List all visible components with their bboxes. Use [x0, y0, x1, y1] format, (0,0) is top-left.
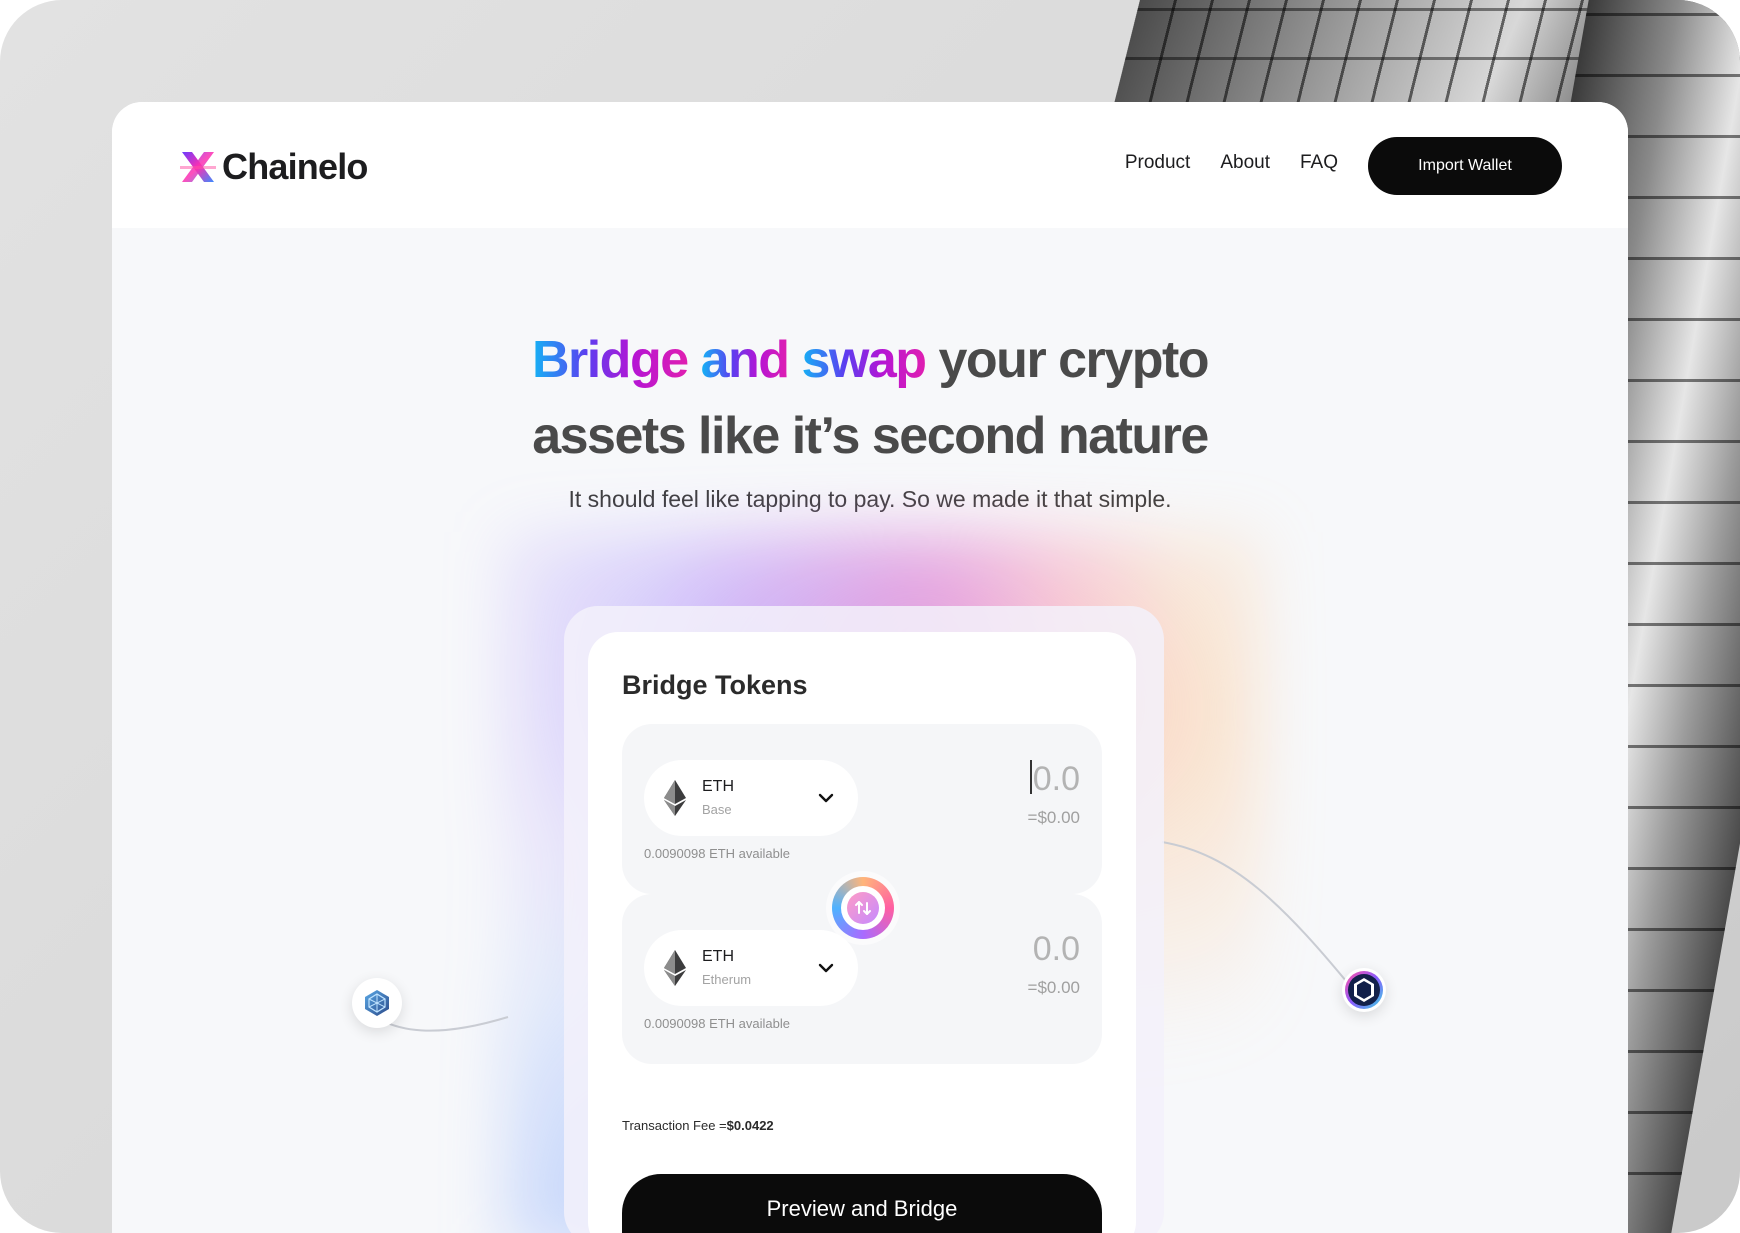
- blockchain-node-icon: [365, 990, 389, 1016]
- ethereum-icon: [664, 780, 686, 816]
- from-token-chain: Base: [702, 802, 732, 817]
- to-usd-value: =$0.00: [1027, 978, 1080, 997]
- app-window: Chainelo Product About FAQ Import Wallet…: [112, 102, 1628, 1233]
- text-cursor: [1029, 760, 1032, 794]
- to-token-chain: Etherum: [702, 972, 752, 987]
- ethereum-icon: [664, 950, 686, 986]
- to-token-select[interactable]: ETH Etherum: [644, 930, 858, 1006]
- from-usd-value: =$0.00: [1027, 808, 1080, 827]
- chevron-down-icon: [818, 963, 834, 973]
- transaction-fee: Transaction Fee =$0.0422: [622, 1118, 774, 1133]
- left-network-node: [352, 978, 402, 1028]
- chain-node-icon: [1345, 971, 1383, 1009]
- to-token-symbol: ETH: [702, 948, 734, 965]
- preview-and-bridge-button[interactable]: Preview and Bridge: [622, 1174, 1102, 1233]
- swap-direction-button[interactable]: [832, 877, 894, 939]
- chevron-down-icon: [818, 793, 834, 803]
- from-amount-input[interactable]: 0.0: [1029, 760, 1080, 799]
- fee-value: $0.0422: [726, 1118, 774, 1133]
- from-amount-value: 0.0: [1032, 760, 1080, 798]
- right-network-node: [1342, 968, 1386, 1012]
- from-token-panel: ETH Base 0.0090098 ETH available 0.0 =$0…: [622, 724, 1102, 894]
- bridge-card-title: Bridge Tokens: [622, 670, 808, 700]
- swap-arrows-icon: [855, 901, 871, 915]
- from-token-select[interactable]: ETH Base: [644, 760, 858, 836]
- screenshot-frame: Chainelo Product About FAQ Import Wallet…: [0, 0, 1740, 1233]
- from-token-symbol: ETH: [702, 778, 734, 795]
- to-available-balance: 0.0090098 ETH available: [644, 1016, 790, 1031]
- fee-label: Transaction Fee =: [622, 1118, 727, 1133]
- to-amount-output: 0.0: [1032, 930, 1080, 968]
- from-available-balance: 0.0090098 ETH available: [644, 846, 790, 861]
